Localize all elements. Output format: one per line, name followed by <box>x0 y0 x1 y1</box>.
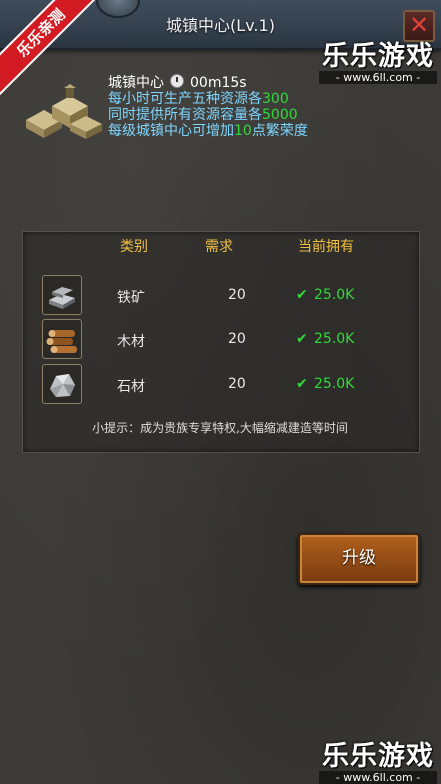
watermark-logo-top: 乐乐游戏 - www.6ll.com - <box>319 34 437 84</box>
resource-owned: 25.0K <box>314 331 355 347</box>
resource-name: 铁矿 <box>117 290 145 306</box>
tip-text: 小提示：成为贵族专享特权,大幅缩减建造等时间 <box>92 421 348 435</box>
watermark-logo-text: 乐乐游戏 <box>322 41 434 72</box>
building-header: 城镇中心 00m15s <box>108 74 308 91</box>
resource-owned: 25.0K <box>314 376 355 392</box>
watermark-logo-text: 乐乐游戏 <box>322 741 434 772</box>
production-text: 每小时可生产五种资源各 <box>108 91 262 107</box>
stone-icon <box>42 364 82 404</box>
town-center-icon <box>26 84 102 139</box>
resource-required: 20 <box>228 376 246 392</box>
resource-required: 20 <box>228 331 246 347</box>
check-icon: ✔ <box>296 287 308 303</box>
building-info: 城镇中心 00m15s 每小时可生产五种资源各300 同时提供所有资源容量各500… <box>108 74 308 139</box>
resource-name: 木材 <box>117 334 145 350</box>
resource-owned-row: ✔ 25.0K <box>296 376 354 392</box>
clock-icon <box>170 74 184 88</box>
watermark-url: - www.6ll.com - <box>319 771 437 784</box>
check-icon: ✔ <box>296 331 308 347</box>
capacity-line: 同时提供所有资源容量各5000 <box>108 107 308 123</box>
upgrade-button[interactable]: 升级 <box>298 533 420 585</box>
build-timer: 00m15s <box>190 75 247 91</box>
watermark-logo-bottom: 乐乐游戏 - www.6ll.com - <box>319 734 437 784</box>
prosperity-line: 每级城镇中心可增加10点繁荣度 <box>108 123 308 139</box>
production-value: 300 <box>262 91 289 107</box>
resource-required: 20 <box>228 287 246 303</box>
building-name: 城镇中心 <box>108 75 164 91</box>
prosperity-suffix: 点繁荣度 <box>251 123 308 139</box>
iron-ore-icon <box>42 275 82 315</box>
capacity-text: 同时提供所有资源容量各 <box>108 107 262 123</box>
prosperity-value: 10 <box>234 123 252 139</box>
resource-owned: 25.0K <box>314 287 355 303</box>
resource-owned-row: ✔ 25.0K <box>296 287 354 303</box>
wood-icon <box>42 319 82 359</box>
header-category: 类别 <box>120 239 148 255</box>
production-line: 每小时可生产五种资源各300 <box>108 91 308 107</box>
header-owned: 当前拥有 <box>298 239 354 255</box>
watermark-url: - www.6ll.com - <box>319 71 437 84</box>
resource-name: 石材 <box>117 379 145 395</box>
resource-owned-row: ✔ 25.0K <box>296 331 354 347</box>
capacity-value: 5000 <box>262 107 298 123</box>
prosperity-text: 每级城镇中心可增加 <box>108 123 234 139</box>
check-icon: ✔ <box>296 376 308 392</box>
header-required: 需求 <box>205 239 233 255</box>
